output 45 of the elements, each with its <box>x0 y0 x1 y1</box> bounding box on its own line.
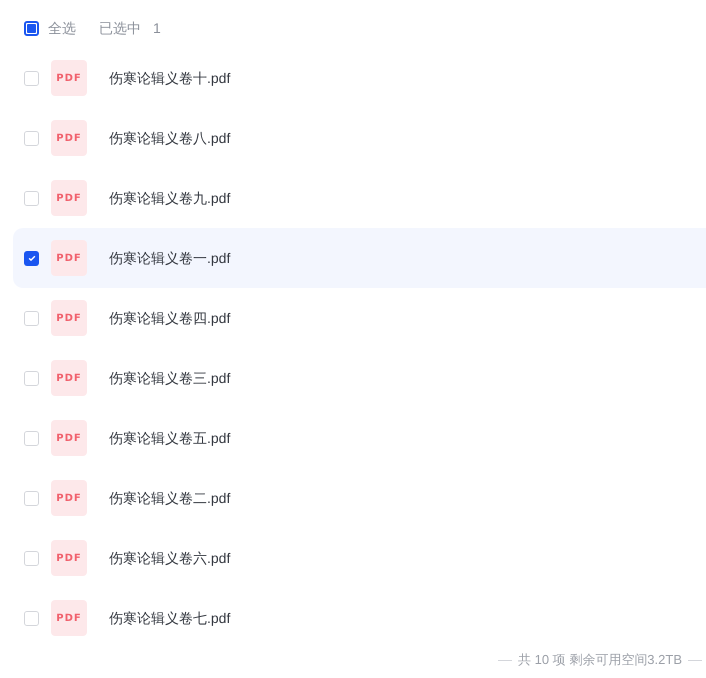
file-checkbox[interactable] <box>24 430 39 446</box>
file-row[interactable]: PDF 伤寒论辑义卷一.pdf <box>13 228 706 288</box>
file-row[interactable]: PDF 伤寒论辑义卷十.pdf <box>13 48 706 108</box>
pdf-file-icon: PDF <box>51 360 87 396</box>
file-row[interactable]: PDF 伤寒论辑义卷三.pdf <box>13 348 706 408</box>
file-name[interactable]: 伤寒论辑义卷三.pdf <box>109 368 230 388</box>
file-checkbox[interactable] <box>24 490 39 506</box>
file-name[interactable]: 伤寒论辑义卷六.pdf <box>109 548 230 568</box>
pdf-file-icon: PDF <box>51 480 87 516</box>
file-row[interactable]: PDF 伤寒论辑义卷七.pdf <box>13 588 706 648</box>
file-row[interactable]: PDF 伤寒论辑义卷五.pdf <box>13 408 706 468</box>
file-checkbox[interactable] <box>24 610 39 626</box>
pdf-file-icon: PDF <box>51 600 87 636</box>
pdf-file-icon: PDF <box>51 420 87 456</box>
file-checkbox[interactable] <box>24 310 39 326</box>
file-name[interactable]: 伤寒论辑义卷一.pdf <box>109 248 230 268</box>
pdf-file-icon: PDF <box>51 180 87 216</box>
pdf-file-icon: PDF <box>51 540 87 576</box>
file-row[interactable]: PDF 伤寒论辑义卷六.pdf <box>13 528 706 588</box>
summary-text: 共 10 项 剩余可用空间3.2TB <box>518 651 682 670</box>
file-name[interactable]: 伤寒论辑义卷七.pdf <box>109 608 230 628</box>
file-name[interactable]: 伤寒论辑义卷四.pdf <box>109 308 230 328</box>
file-name[interactable]: 伤寒论辑义卷十.pdf <box>109 68 230 88</box>
file-checkbox[interactable] <box>24 370 39 386</box>
file-checkbox[interactable] <box>24 190 39 206</box>
file-row[interactable]: PDF 伤寒论辑义卷九.pdf <box>13 168 706 228</box>
file-row[interactable]: PDF 伤寒论辑义卷四.pdf <box>13 288 706 348</box>
selected-label: 已选中 <box>99 18 141 38</box>
selected-count: 1 <box>153 18 161 38</box>
pdf-file-icon: PDF <box>51 120 87 156</box>
check-icon <box>26 253 36 263</box>
file-checkbox[interactable] <box>24 550 39 566</box>
file-name[interactable]: 伤寒论辑义卷二.pdf <box>109 488 230 508</box>
file-name[interactable]: 伤寒论辑义卷九.pdf <box>109 188 230 208</box>
pdf-file-icon: PDF <box>51 60 87 96</box>
pdf-file-icon: PDF <box>51 240 87 276</box>
file-checkbox[interactable] <box>24 70 39 86</box>
file-name[interactable]: 伤寒论辑义卷五.pdf <box>109 428 230 448</box>
select-all-checkbox[interactable] <box>24 20 39 36</box>
file-checkbox[interactable] <box>24 130 39 146</box>
file-row[interactable]: PDF 伤寒论辑义卷二.pdf <box>13 468 706 528</box>
file-name[interactable]: 伤寒论辑义卷八.pdf <box>109 128 230 148</box>
file-row[interactable]: PDF 伤寒论辑义卷八.pdf <box>13 108 706 168</box>
file-checkbox[interactable] <box>24 250 39 266</box>
pdf-file-icon: PDF <box>51 300 87 336</box>
